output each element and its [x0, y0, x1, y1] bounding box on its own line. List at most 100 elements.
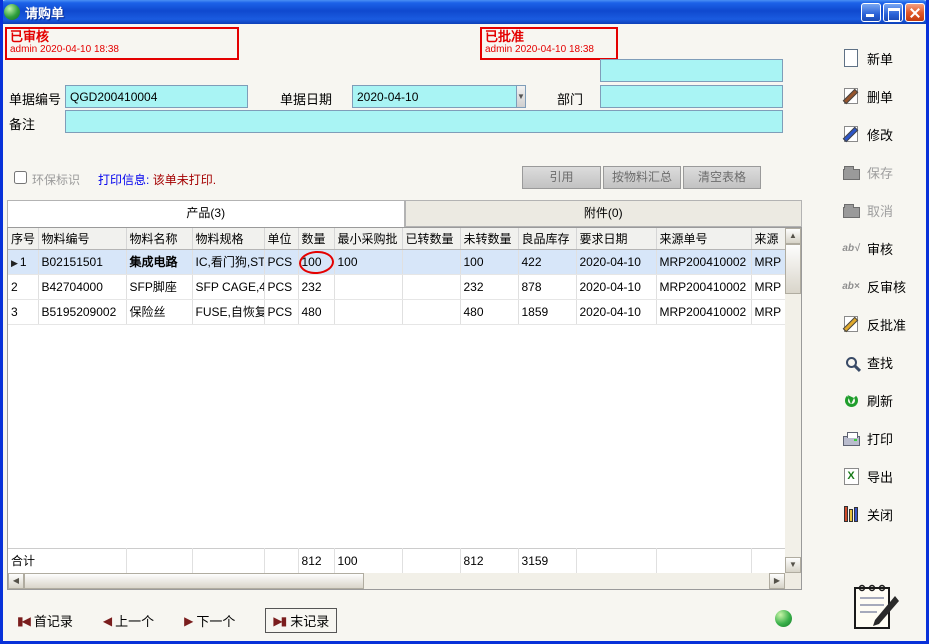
table-header-row: 序号 物料编号 物料名称 物料规格 单位 数量 最小采购批 已转数量 未转数量 …	[8, 228, 785, 249]
col-header-source-no[interactable]: 来源单号	[656, 228, 751, 249]
notepad-icon	[851, 580, 901, 634]
doc-no-input[interactable]	[65, 85, 248, 108]
totals-untransferred: 812	[460, 548, 518, 573]
unapprove-icon	[841, 314, 861, 334]
scroll-left-icon[interactable]: ◀	[8, 573, 24, 589]
dept-input[interactable]	[600, 85, 783, 108]
scroll-up-icon[interactable]: ▲	[785, 228, 801, 244]
sidebar-item-export[interactable]: X 导出	[841, 464, 925, 488]
window-body: 已审核 admin 2020-04-10 18:38 已批准 admin 202…	[3, 24, 926, 641]
sidebar-item-cancel[interactable]: 取消	[841, 198, 925, 222]
close-window-icon	[841, 504, 861, 524]
save-icon	[841, 162, 861, 182]
summarize-by-material-button[interactable]: 按物料汇总	[603, 166, 681, 189]
audit-icon: ab√	[841, 238, 861, 258]
col-header-no[interactable]: 序号	[8, 228, 38, 249]
status-ball-icon	[775, 610, 792, 627]
minimize-button[interactable]	[861, 3, 881, 22]
table-row[interactable]: ▶1 B02151501 集成电路 IC,看门狗,ST PCS 100 100 …	[8, 249, 785, 274]
delete-icon	[841, 86, 861, 106]
items-grid: 序号 物料编号 物料名称 物料规格 单位 数量 最小采购批 已转数量 未转数量 …	[7, 227, 802, 590]
items-table: 序号 物料编号 物料名称 物料规格 单位 数量 最小采购批 已转数量 未转数量 …	[8, 228, 786, 325]
sidebar-item-close[interactable]: 关闭	[841, 502, 925, 526]
record-nav: ▮◀ 首记录 ◀ 上一个 ▶ 下一个 ▶▮ 末记录	[17, 608, 337, 633]
remark-label: 备注	[9, 114, 35, 133]
col-header-code[interactable]: 物料编号	[38, 228, 126, 249]
prev-record-button[interactable]: ◀ 上一个	[103, 611, 154, 630]
totals-qty: 812	[298, 548, 334, 573]
sidebar-item-audit[interactable]: ab√ 审核	[841, 236, 925, 260]
eco-checkbox[interactable]	[14, 171, 27, 184]
maximize-button[interactable]	[883, 3, 903, 22]
tab-attachments[interactable]: 附件(0)	[405, 200, 803, 227]
table-row[interactable]: 3 B5195209002 保险丝 FUSE,自恢复 PCS 480 480 1…	[8, 299, 785, 324]
doc-date-combo[interactable]: ▼	[352, 85, 519, 108]
first-record-button[interactable]: ▮◀ 首记录	[17, 611, 73, 630]
eco-checkbox-label: 环保标识	[32, 171, 80, 188]
print-icon	[841, 428, 861, 448]
sidebar-item-delete[interactable]: 删单	[841, 84, 925, 108]
window-title: 请购单	[25, 3, 859, 22]
table-row[interactable]: 2 B42704000 SFP脚座 SFP CAGE,4 PCS 232 232…	[8, 274, 785, 299]
sidebar-item-new[interactable]: 新单	[841, 46, 925, 70]
doc-date-label: 单据日期	[280, 89, 332, 108]
prev-record-icon: ◀	[103, 614, 110, 628]
sidebar-item-find[interactable]: 查找	[841, 350, 925, 374]
totals-row: 合计 812 100 812 3159	[8, 548, 786, 574]
refresh-icon	[841, 390, 861, 410]
edit-icon	[841, 124, 861, 144]
col-header-qty[interactable]: 数量	[298, 228, 334, 249]
unaudit-icon: ab×	[841, 276, 861, 296]
sidebar-item-print[interactable]: 打印	[841, 426, 925, 450]
export-icon: X	[841, 466, 861, 486]
next-record-icon: ▶	[184, 614, 191, 628]
col-header-req-date[interactable]: 要求日期	[576, 228, 656, 249]
sidebar: 新单 删单 修改 保存 取消 ab√ 审核 ab	[841, 46, 925, 526]
print-info: 打印信息: 该单未打印.	[98, 171, 216, 188]
col-header-untransferred[interactable]: 未转数量	[460, 228, 518, 249]
col-header-name[interactable]: 物料名称	[126, 228, 192, 249]
sidebar-item-unapprove[interactable]: 反批准	[841, 312, 925, 336]
totals-label: 合计	[8, 548, 126, 573]
audited-status-info: admin 2020-04-10 18:38	[10, 44, 234, 55]
remark-input[interactable]	[65, 110, 783, 133]
sidebar-item-modify[interactable]: 修改	[841, 122, 925, 146]
vertical-scroll-thumb[interactable]	[785, 244, 801, 294]
cite-button[interactable]: 引用	[522, 166, 601, 189]
totals-min-batch: 100	[334, 548, 402, 573]
extra-field[interactable]	[600, 59, 783, 82]
horizontal-scroll-thumb[interactable]	[24, 573, 364, 589]
next-record-button[interactable]: ▶ 下一个	[184, 611, 235, 630]
approved-status-info: admin 2020-04-10 18:38	[485, 44, 613, 55]
app-icon	[4, 4, 20, 20]
first-record-icon: ▮◀	[17, 614, 29, 628]
clear-table-button[interactable]: 清空表格	[683, 166, 761, 189]
sidebar-item-unaudit[interactable]: ab× 反审核	[841, 274, 925, 298]
chevron-down-icon[interactable]: ▼	[517, 85, 526, 108]
scrollbar-corner	[785, 573, 801, 589]
dept-label: 部门	[557, 89, 583, 108]
sidebar-item-save[interactable]: 保存	[841, 160, 925, 184]
last-record-button[interactable]: ▶▮ 末记录	[265, 608, 337, 633]
col-header-min-batch[interactable]: 最小采购批	[334, 228, 402, 249]
col-header-spec[interactable]: 物料规格	[192, 228, 264, 249]
doc-no-label: 单据编号	[9, 89, 61, 108]
tab-bar: 产品(3) 附件(0)	[7, 200, 802, 227]
titlebar[interactable]: 请购单	[0, 0, 929, 24]
horizontal-scrollbar[interactable]: ◀ ▶	[8, 573, 785, 589]
audited-status-label: 已审核	[10, 29, 234, 44]
col-header-unit[interactable]: 单位	[264, 228, 298, 249]
scroll-down-icon[interactable]: ▼	[785, 557, 801, 573]
close-button[interactable]	[905, 3, 925, 22]
sidebar-item-refresh[interactable]: 刷新	[841, 388, 925, 412]
tab-products[interactable]: 产品(3)	[7, 200, 405, 227]
approved-status-label: 已批准	[485, 29, 613, 44]
audited-status-box: 已审核 admin 2020-04-10 18:38	[5, 27, 239, 60]
col-header-stock[interactable]: 良品库存	[518, 228, 576, 249]
current-row-indicator-icon: ▶	[11, 258, 18, 268]
doc-date-input[interactable]	[352, 85, 517, 108]
vertical-scrollbar[interactable]: ▲ ▼	[785, 228, 801, 573]
scroll-right-icon[interactable]: ▶	[769, 573, 785, 589]
col-header-transferred[interactable]: 已转数量	[402, 228, 460, 249]
col-header-source[interactable]: 来源	[751, 228, 785, 249]
